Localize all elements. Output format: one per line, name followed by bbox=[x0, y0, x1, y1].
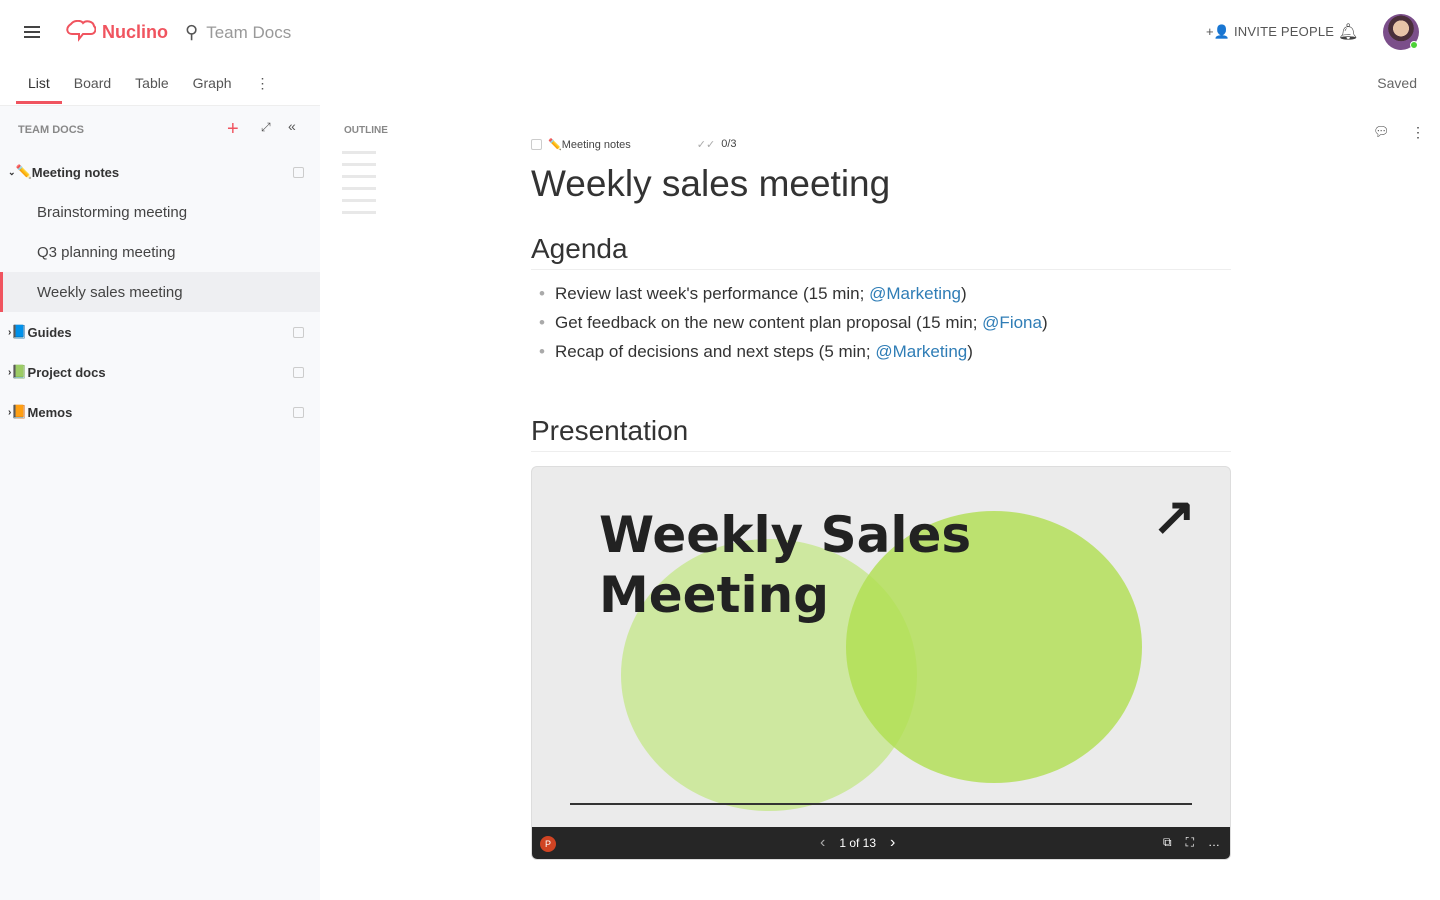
invite-people-button[interactable]: +👤 INVITE PEOPLE bbox=[1206, 24, 1334, 40]
mention-link[interactable]: @Fiona bbox=[982, 313, 1042, 332]
orange-book-icon: 📙 bbox=[11, 404, 28, 419]
powerpoint-icon: P bbox=[540, 836, 556, 852]
sidebar-item-q3-planning[interactable]: Q3 planning meeting bbox=[0, 232, 320, 272]
presentation-toolbar: P ‹ 1 of 13 › ⧉ ⛶ … bbox=[532, 827, 1230, 859]
sidebar-title: TEAM DOCS bbox=[18, 124, 84, 136]
mention-link[interactable]: @Marketing bbox=[869, 284, 961, 303]
breadcrumb-link[interactable]: ✏️Meeting notes bbox=[548, 138, 631, 151]
list-item: Recap of decisions and next steps (5 min… bbox=[531, 342, 1231, 371]
tab-graph[interactable]: Graph bbox=[181, 64, 244, 104]
add-item-icon[interactable]: + bbox=[227, 118, 239, 141]
logo[interactable]: Nuclino bbox=[66, 20, 168, 44]
collapse-sidebar-icon[interactable]: « bbox=[288, 118, 296, 134]
sidebar-item-weekly-sales[interactable]: Weekly sales meeting bbox=[0, 272, 320, 312]
copy-icon[interactable] bbox=[293, 326, 304, 338]
sidebar-item-label: Project docs bbox=[27, 364, 106, 380]
slide-title: Weekly Sales Meeting bbox=[599, 506, 972, 624]
page-title[interactable]: Weekly sales meeting bbox=[531, 163, 1231, 205]
mention-link[interactable]: @Marketing bbox=[875, 342, 967, 361]
outline-line[interactable] bbox=[342, 163, 376, 166]
more-icon[interactable]: … bbox=[1208, 835, 1220, 850]
sidebar-item-label: Meeting notes bbox=[31, 164, 120, 180]
tab-board[interactable]: Board bbox=[62, 64, 123, 104]
add-user-icon: +👤 bbox=[1206, 24, 1231, 39]
slide-divider bbox=[570, 803, 1192, 805]
copy-icon[interactable] bbox=[531, 138, 542, 150]
list-item: Get feedback on the new content plan pro… bbox=[531, 313, 1231, 342]
chevron-down-icon: ⌄ bbox=[8, 166, 16, 177]
tab-table[interactable]: Table bbox=[123, 64, 180, 104]
tab-list[interactable]: List bbox=[16, 64, 62, 104]
task-count: 0/3 bbox=[721, 138, 737, 150]
blue-book-icon: 📘 bbox=[11, 324, 28, 339]
outline-line[interactable] bbox=[342, 187, 376, 190]
prev-slide-icon[interactable]: ‹ bbox=[820, 834, 825, 852]
outline-label: OUTLINE bbox=[344, 125, 388, 136]
sidebar-item-label: Memos bbox=[27, 404, 73, 420]
checkmarks-icon: ✓✓ bbox=[696, 138, 716, 151]
online-status-dot bbox=[1410, 41, 1418, 49]
copy-icon[interactable]: ⧉ bbox=[1163, 835, 1172, 850]
expand-icon[interactable]: ⤢ bbox=[261, 120, 271, 135]
fullscreen-icon[interactable]: ⛶ bbox=[1186, 835, 1194, 850]
search-icon: ⚲ bbox=[185, 22, 199, 42]
agenda-heading: Agenda bbox=[531, 233, 1231, 270]
outline-line[interactable] bbox=[342, 151, 376, 154]
comments-icon[interactable]: 💬︎ bbox=[1373, 124, 1390, 140]
more-views-icon[interactable]: ⋮ bbox=[244, 64, 282, 104]
presentation-embed[interactable]: Weekly Sales Meeting ↗ P ‹ 1 of 13 › ⧉ ⛶ … bbox=[531, 466, 1231, 860]
presentation-heading: Presentation bbox=[531, 415, 1231, 452]
workspace-search[interactable]: ⚲ Team Docs bbox=[185, 22, 291, 43]
pencil-icon: ✏️ bbox=[15, 164, 32, 179]
invite-label: INVITE PEOPLE bbox=[1234, 24, 1335, 39]
outline-line[interactable] bbox=[342, 199, 376, 202]
green-book-icon: 📗 bbox=[11, 364, 28, 379]
save-status: Saved bbox=[1377, 75, 1417, 91]
avatar[interactable] bbox=[1383, 14, 1419, 50]
outline-line[interactable] bbox=[342, 175, 376, 178]
more-options-icon[interactable]: ⋮ bbox=[1411, 124, 1425, 141]
brain-icon bbox=[66, 20, 96, 42]
outline-line[interactable] bbox=[342, 211, 376, 214]
sidebar-item-project-docs[interactable]: › 📗 Project docs bbox=[0, 352, 320, 392]
bell-icon[interactable]: 🔔︎ bbox=[1338, 22, 1358, 42]
hamburger-menu-icon[interactable] bbox=[24, 26, 40, 38]
arrow-up-right-icon: ↗ bbox=[1152, 488, 1196, 546]
list-item: Review last week's performance (15 min; … bbox=[531, 284, 1231, 313]
sidebar-item-memos[interactable]: › 📙 Memos bbox=[0, 392, 320, 432]
sidebar-item-guides[interactable]: › 📘 Guides bbox=[0, 312, 320, 352]
brand-name: Nuclino bbox=[102, 21, 168, 42]
next-slide-icon[interactable]: › bbox=[890, 834, 895, 852]
document: ✏️Meeting notes ✓✓ 0/3 Weekly sales meet… bbox=[531, 125, 1231, 860]
sidebar-item-label: Guides bbox=[27, 324, 72, 340]
sidebar-item-brainstorming[interactable]: Brainstorming meeting bbox=[0, 192, 320, 232]
top-bar: Nuclino ⚲ Team Docs +👤 INVITE PEOPLE 🔔︎ bbox=[0, 0, 1440, 64]
view-tabs: List Board Table Graph ⋮ bbox=[16, 64, 282, 104]
copy-icon[interactable] bbox=[293, 366, 304, 378]
slide-counter: 1 of 13 bbox=[839, 836, 877, 850]
breadcrumb: ✏️Meeting notes ✓✓ 0/3 bbox=[531, 125, 1231, 163]
copy-icon[interactable] bbox=[293, 406, 304, 418]
sidebar: TEAM DOCS + ⤢ « ⌄ ✏️ Meeting notes Brainst… bbox=[0, 105, 320, 900]
sidebar-item-meeting-notes[interactable]: ⌄ ✏️ Meeting notes bbox=[0, 152, 320, 192]
workspace-name: Team Docs bbox=[206, 22, 292, 42]
copy-icon[interactable] bbox=[293, 166, 304, 178]
agenda-list: Review last week's performance (15 min; … bbox=[531, 284, 1231, 371]
